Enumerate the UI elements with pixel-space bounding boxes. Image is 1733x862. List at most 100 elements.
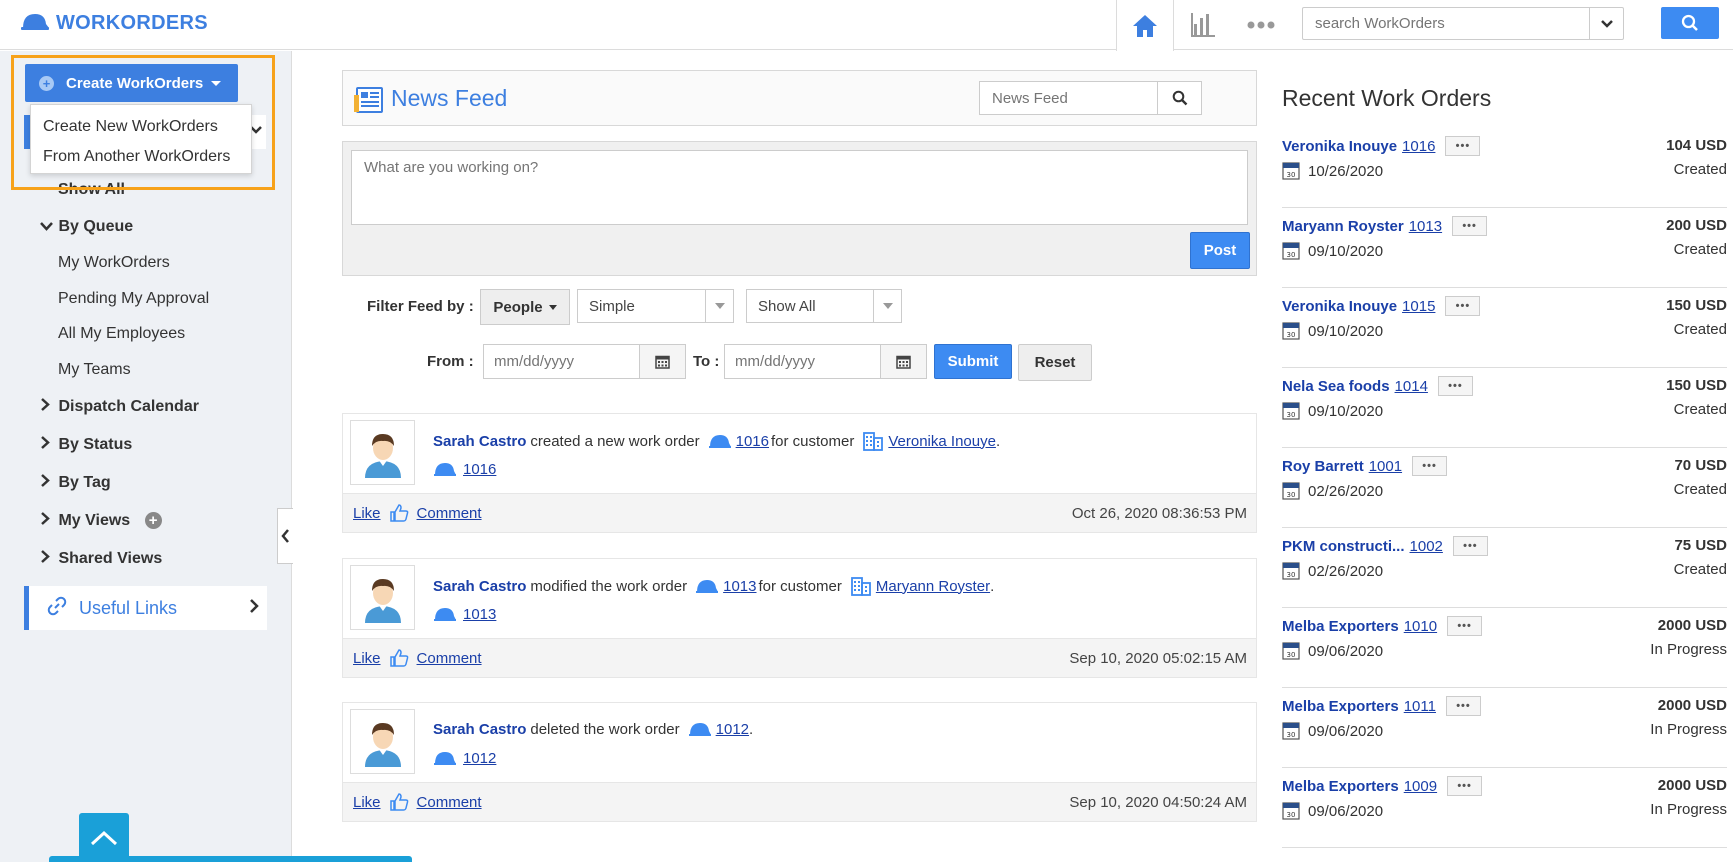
customer-name[interactable]: Veronika Inouye	[1282, 138, 1397, 155]
customer-name[interactable]: Melba Exporters	[1282, 698, 1399, 715]
work-order-number-link[interactable]: 1010	[1404, 618, 1437, 635]
feed-ref-link[interactable]: 1013	[463, 606, 496, 623]
people-filter-button[interactable]: People	[480, 289, 570, 325]
menu-item-from-another[interactable]: From Another WorkOrders	[31, 142, 251, 172]
more-options-icon[interactable]: •••	[1445, 696, 1481, 716]
feed-user[interactable]: Sarah Castro	[433, 721, 526, 738]
feed-customer-link[interactable]: Veronika Inouye	[888, 433, 996, 450]
reports-chart-icon[interactable]	[1174, 0, 1232, 50]
comment-link[interactable]: Comment	[417, 505, 482, 522]
nav-by-status[interactable]: By Status	[40, 436, 132, 454]
more-options-icon[interactable]: •••	[1445, 296, 1481, 316]
feed-user[interactable]: Sarah Castro	[433, 433, 526, 450]
customer-name[interactable]: Maryann Royster	[1282, 218, 1404, 235]
calendar-icon[interactable]	[639, 345, 685, 378]
nav-pending-approval[interactable]: Pending My Approval	[58, 290, 209, 308]
nav-by-queue[interactable]: By Queue	[40, 218, 133, 236]
more-options-icon[interactable]: •••	[1452, 216, 1488, 236]
nav-show-all[interactable]: Show All	[58, 181, 125, 199]
global-search-button[interactable]	[1661, 7, 1719, 39]
show-all-select[interactable]: Show All	[746, 289, 902, 323]
recent-customer-name[interactable]: PKM constructi... 1002 •••	[1282, 536, 1488, 556]
calendar-icon[interactable]	[880, 345, 926, 378]
customer-name[interactable]: Roy Barrett	[1282, 458, 1364, 475]
customer-name[interactable]: PKM constructi...	[1282, 538, 1405, 555]
work-order-number-link[interactable]: 1001	[1369, 458, 1402, 475]
recent-customer-name[interactable]: Veronika Inouye 1015 •••	[1282, 296, 1481, 316]
more-options-icon[interactable]: •••	[1447, 616, 1483, 636]
recent-customer-name[interactable]: Melba Exporters 1011 •••	[1282, 696, 1481, 716]
comment-link[interactable]: Comment	[417, 650, 482, 667]
avatar[interactable]	[350, 565, 415, 630]
avatar[interactable]	[350, 420, 415, 485]
news-feed-search-button[interactable]	[1157, 82, 1201, 114]
feed-ref-link[interactable]: 1012	[463, 750, 496, 767]
work-order-number-link[interactable]: 1014	[1395, 378, 1428, 395]
recent-customer-name[interactable]: Roy Barrett 1001 •••	[1282, 456, 1448, 476]
submit-button[interactable]: Submit	[934, 344, 1012, 379]
recent-customer-name[interactable]: Melba Exporters 1010 •••	[1282, 616, 1483, 636]
recent-customer-name[interactable]: Nela Sea foods 1014 •••	[1282, 376, 1473, 396]
news-feed-search-input[interactable]	[980, 82, 1160, 114]
collapse-sidebar-button[interactable]	[277, 508, 293, 564]
customer-name[interactable]: Melba Exporters	[1282, 618, 1399, 635]
post-composer: Post	[342, 141, 1257, 276]
work-order-number-link[interactable]: 1016	[1402, 138, 1435, 155]
app-logo[interactable]: WORKORDERS	[20, 10, 208, 36]
recent-date: 30 10/26/2020	[1282, 162, 1383, 180]
search-scope-dropdown[interactable]	[1589, 8, 1623, 39]
nav-dispatch-calendar[interactable]: Dispatch Calendar	[40, 398, 199, 416]
feed-order-link[interactable]: 1016	[736, 433, 769, 450]
create-button-label: Create WorkOrders	[66, 74, 204, 92]
more-options-icon[interactable]: •••	[1412, 456, 1448, 476]
work-order-number-link[interactable]: 1013	[1409, 218, 1442, 235]
useful-links[interactable]: Useful Links	[24, 586, 267, 630]
nav-by-tag[interactable]: By Tag	[40, 474, 111, 492]
like-link[interactable]: Like	[353, 794, 381, 811]
add-view-icon[interactable]: +	[144, 512, 162, 530]
avatar[interactable]	[350, 709, 415, 774]
more-apps-icon[interactable]	[1232, 0, 1290, 50]
recent-customer-name[interactable]: Melba Exporters 1009 •••	[1282, 776, 1483, 796]
work-order-number-link[interactable]: 1015	[1402, 298, 1435, 315]
more-options-icon[interactable]: •••	[1447, 776, 1483, 796]
menu-item-create-new[interactable]: Create New WorkOrders	[31, 112, 251, 142]
post-button[interactable]: Post	[1190, 232, 1250, 269]
nav-my-workorders[interactable]: My WorkOrders	[58, 254, 170, 272]
feed-user[interactable]: Sarah Castro	[433, 578, 526, 595]
like-link[interactable]: Like	[353, 650, 381, 667]
reset-button[interactable]: Reset	[1018, 344, 1092, 381]
recent-customer-name[interactable]: Maryann Royster 1013 •••	[1282, 216, 1488, 236]
global-search-input[interactable]	[1303, 8, 1583, 39]
thumbs-up-icon[interactable]	[389, 792, 409, 812]
feed-customer-link[interactable]: Maryann Royster	[876, 578, 990, 595]
comment-link[interactable]: Comment	[417, 794, 482, 811]
customer-name[interactable]: Melba Exporters	[1282, 778, 1399, 795]
recent-customer-name[interactable]: Veronika Inouye 1016 •••	[1282, 136, 1481, 156]
to-date-input[interactable]	[725, 345, 865, 378]
feed-order-link[interactable]: 1012	[716, 721, 749, 738]
nav-my-teams[interactable]: My Teams	[58, 361, 131, 379]
feed-order-link[interactable]: 1013	[723, 578, 756, 595]
nav-shared-views[interactable]: Shared Views	[40, 550, 162, 568]
work-order-number-link[interactable]: 1011	[1404, 698, 1436, 715]
feed-ref-link[interactable]: 1016	[463, 461, 496, 478]
nav-my-views[interactable]: My Views +	[40, 512, 162, 530]
home-icon[interactable]	[1116, 0, 1174, 51]
scroll-to-top-button[interactable]	[79, 813, 129, 862]
create-workorders-button[interactable]: + Create WorkOrders	[25, 64, 238, 102]
thumbs-up-icon[interactable]	[389, 648, 409, 668]
from-date-input[interactable]	[484, 345, 624, 378]
thumbs-up-icon[interactable]	[389, 503, 409, 523]
customer-name[interactable]: Nela Sea foods	[1282, 378, 1390, 395]
more-options-icon[interactable]: •••	[1445, 136, 1481, 156]
more-options-icon[interactable]: •••	[1437, 376, 1473, 396]
nav-all-employees[interactable]: All My Employees	[58, 325, 185, 343]
work-order-number-link[interactable]: 1009	[1404, 778, 1437, 795]
customer-name[interactable]: Veronika Inouye	[1282, 298, 1397, 315]
like-link[interactable]: Like	[353, 505, 381, 522]
simple-select[interactable]: Simple	[577, 289, 734, 323]
more-options-icon[interactable]: •••	[1452, 536, 1488, 556]
post-textarea[interactable]	[351, 150, 1248, 225]
work-order-number-link[interactable]: 1002	[1410, 538, 1443, 555]
